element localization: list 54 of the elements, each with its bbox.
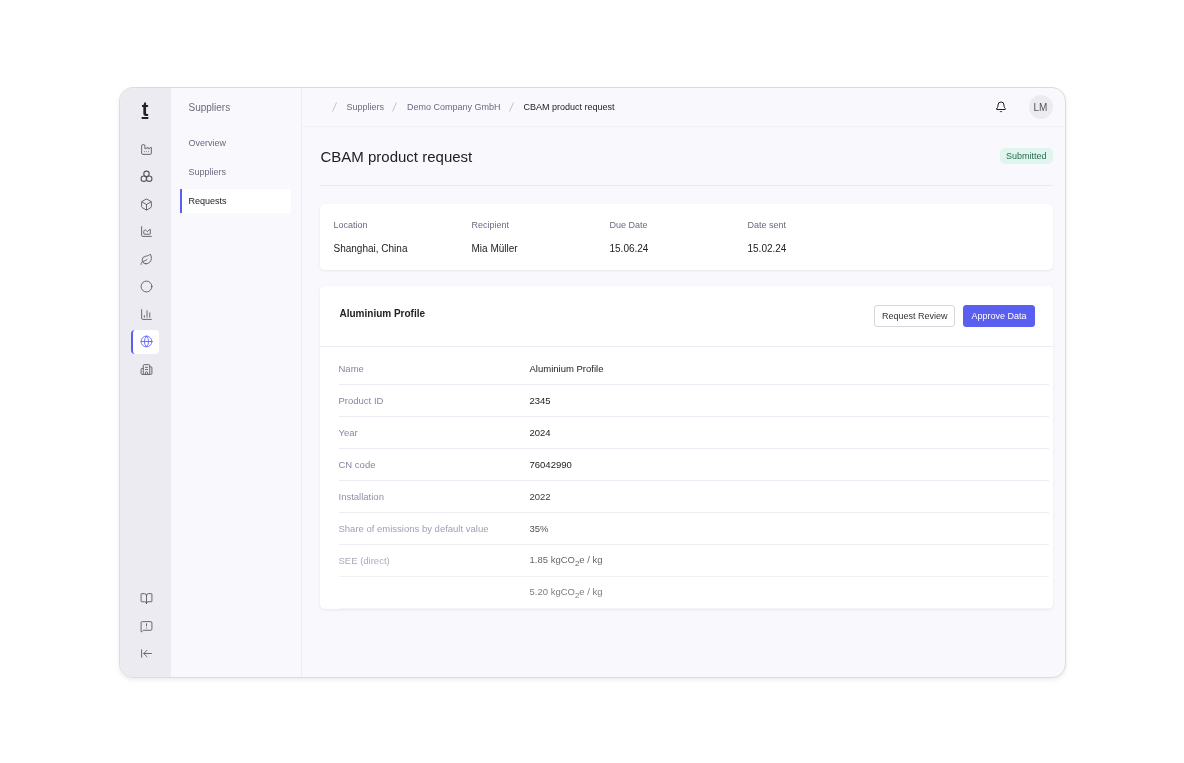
subnav-item[interactable]: Overview (179, 131, 291, 155)
bar-chart-icon (139, 307, 153, 321)
field-label: Location (333, 220, 369, 230)
approve-button[interactable]: Approve Data (963, 305, 1035, 327)
field-value: 15.06.24 (609, 243, 650, 254)
row-value: 76042990 (529, 459, 573, 470)
subnav-item[interactable]: Suppliers (179, 160, 291, 184)
leaf-icon (139, 252, 153, 266)
review-button[interactable]: Request Review (873, 305, 956, 327)
row-label: CN code (338, 459, 377, 470)
field-label: Date sent (747, 220, 788, 230)
collapse-icon (139, 647, 153, 660)
field-value: 15.02.24 (747, 243, 788, 254)
globe-icon (139, 335, 153, 348)
cube-icon (139, 197, 153, 211)
notification-icon[interactable] (994, 101, 1007, 113)
separator-icon (331, 102, 337, 112)
row-label: Share of emissions by default value (338, 523, 490, 534)
row-value: 1.85 kgCO$_{2}$e / kg (529, 553, 604, 568)
factory-icon (139, 142, 153, 156)
book-icon (139, 592, 153, 605)
user-avatar[interactable]: LM (1028, 95, 1053, 119)
chart-icon (139, 225, 153, 238)
section-title: Suppliers (187, 100, 232, 115)
row-label: Product ID (338, 395, 385, 406)
separator-icon (508, 102, 514, 112)
row-value: 5.20 kgCO$_{2}$e / kg (529, 585, 604, 600)
row-label: Name (338, 363, 365, 374)
row-value: 2022 (529, 491, 552, 502)
status-badge: Submitted (999, 148, 1053, 164)
row-label: Year (338, 427, 359, 438)
circle-icon (139, 280, 153, 293)
field-value: Shanghai, China (333, 243, 409, 254)
breadcrumb[interactable]: Demo Company GmbH (407, 102, 501, 112)
row-value: 2345 (529, 395, 552, 406)
breadcrumb[interactable]: Suppliers (346, 102, 385, 112)
row-value: 35% (529, 523, 550, 534)
breadcrumb[interactable]: CBAM product request (523, 102, 615, 112)
row-label: SEE (direct) (338, 555, 391, 566)
field-value: Mia Müller (471, 243, 519, 254)
row-label: Installation (338, 491, 385, 502)
nav-button[interactable] (131, 329, 159, 354)
row-value: 2024 (529, 427, 552, 438)
separator-icon (392, 102, 398, 112)
field-label: Due Date (609, 220, 649, 230)
subnav-item[interactable]: Requests (179, 189, 291, 213)
feedback-icon (139, 619, 153, 633)
page-title: CBAM product request (320, 147, 473, 165)
row-value: Aluminium Profile (529, 363, 605, 374)
card-title: Aluminium Profile (339, 307, 426, 319)
field-label: Recipient (471, 220, 511, 230)
circles-icon (139, 170, 153, 183)
buildings-icon (139, 362, 153, 376)
logo[interactable]: t (141, 98, 149, 121)
